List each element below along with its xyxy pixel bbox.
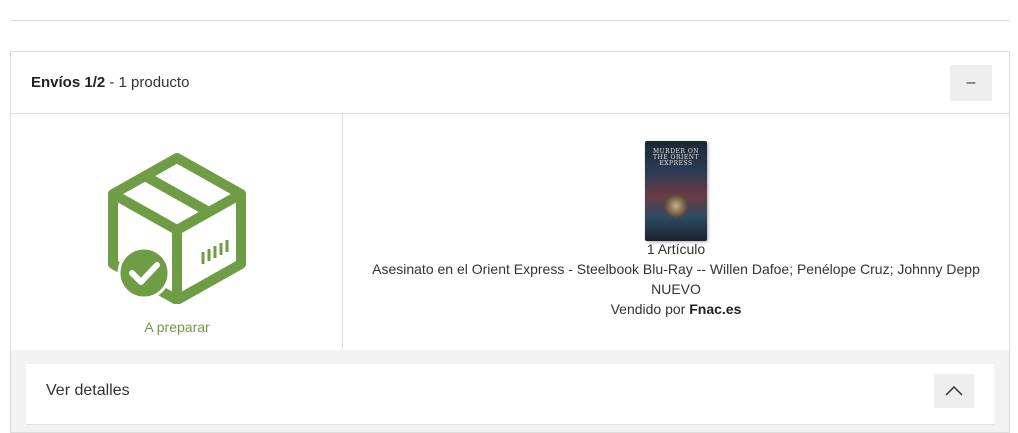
chevron-up-icon (945, 386, 963, 396)
item-quantity: 1 Artículo (646, 241, 706, 257)
product-cover-image[interactable]: MURDER ON THE ORIENT EXPRESS (645, 141, 707, 241)
shipment-title: Envíos 1/2 (31, 74, 106, 91)
product-name: Asesinato en el Orient Express - Steelbo… (372, 261, 980, 277)
product-count: 1 producto (118, 74, 190, 91)
cover-art (663, 193, 689, 219)
details-label: Ver detalles (46, 382, 130, 399)
product-condition: NUEVO (651, 281, 701, 297)
collapse-button[interactable]: – (950, 65, 992, 101)
package-check-icon (108, 153, 246, 304)
details-section: Ver detalles (11, 350, 1009, 432)
details-card[interactable]: Ver detalles (26, 364, 994, 425)
shipment-body: A preparar MURDER ON THE ORIENT EXPRESS … (11, 114, 1009, 349)
cover-title: MURDER ON THE ORIENT EXPRESS (652, 148, 699, 167)
shipment-header: Envíos 1/2 - 1 producto – (11, 52, 1009, 114)
details-toggle-button[interactable] (934, 374, 974, 408)
status-label: A preparar (144, 319, 210, 335)
minus-icon: – (966, 74, 976, 91)
seller-name: Fnac.es (689, 301, 742, 317)
shipment-panel: Envíos 1/2 - 1 producto – A preparar MUR… (10, 51, 1010, 433)
status-column: A preparar (11, 114, 343, 349)
seller-line: Vendido por Fnac.es (343, 301, 1009, 317)
items-column: MURDER ON THE ORIENT EXPRESS 1 Artículo … (343, 114, 1009, 349)
seller-prefix: Vendido por (610, 301, 690, 317)
header-separator: - (105, 74, 119, 91)
top-divider (10, 20, 1010, 21)
